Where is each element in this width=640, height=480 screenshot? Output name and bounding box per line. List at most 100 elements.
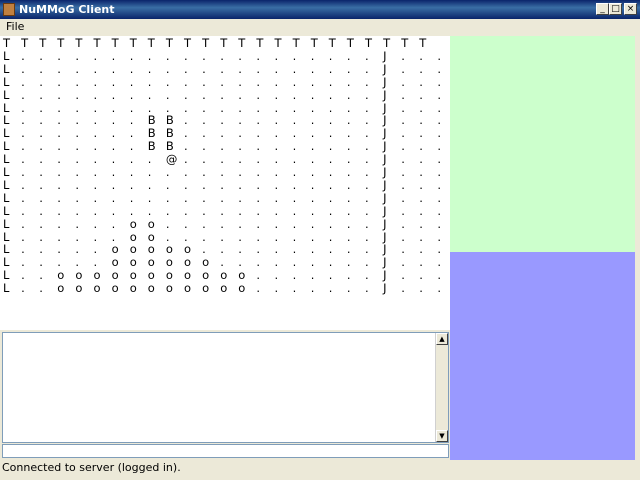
- close-button[interactable]: ×: [624, 3, 637, 15]
- board-cell: .: [165, 48, 170, 63]
- board-cell: .: [328, 74, 333, 89]
- board-cell: o: [202, 281, 210, 296]
- board-cell: .: [129, 190, 134, 205]
- board-cell: .: [419, 61, 423, 76]
- board-cell: L: [3, 203, 10, 218]
- board-cell: o: [238, 281, 246, 296]
- board-cell: .: [256, 61, 261, 76]
- board-cell: L: [3, 61, 10, 76]
- board-cell: .: [57, 74, 61, 89]
- arrow-down-icon[interactable]: ▼: [436, 430, 448, 442]
- board-cell: .: [21, 74, 25, 89]
- board-cell: .: [220, 216, 224, 231]
- board-cell: .: [165, 216, 170, 231]
- board-cell: .: [147, 48, 152, 63]
- board-cell: L: [3, 281, 10, 296]
- board-cell: .: [365, 87, 369, 102]
- board-cell: .: [111, 48, 116, 63]
- board-cell: .: [238, 177, 242, 192]
- board-cell: .: [111, 74, 116, 89]
- board-cell: .: [39, 281, 43, 296]
- board-cell: .: [111, 216, 116, 231]
- board-cell: .: [147, 87, 152, 102]
- board-cell: .: [238, 190, 242, 205]
- board-cell: .: [165, 190, 170, 205]
- board-cell: o: [129, 216, 137, 231]
- game-board[interactable]: TTTTTTTTTTTTTTTTTTTTTTTTL...............…: [0, 36, 450, 330]
- board-cell: J: [383, 61, 387, 76]
- board-cell: .: [39, 87, 43, 102]
- board-cell: .: [93, 74, 98, 89]
- java-cup-icon: [3, 3, 15, 16]
- board-cell: .: [256, 190, 261, 205]
- board-cell: .: [328, 203, 333, 218]
- board-cell: .: [202, 216, 206, 231]
- board-cell: .: [220, 74, 224, 89]
- board-cell: .: [419, 177, 423, 192]
- board-cell: .: [184, 190, 188, 205]
- board-cell: .: [310, 281, 315, 296]
- arrow-up-icon[interactable]: ▲: [436, 333, 448, 345]
- board-cell: .: [21, 87, 25, 102]
- board-cell: .: [57, 61, 61, 76]
- board-cell: .: [129, 74, 134, 89]
- board-cell: .: [256, 74, 261, 89]
- board-cell: .: [147, 190, 152, 205]
- board-row: L....................J...: [0, 87, 450, 102]
- board-cell: .: [256, 87, 261, 102]
- board-cell: .: [75, 87, 80, 102]
- board-cell: .: [328, 216, 333, 231]
- board-cell: .: [256, 203, 261, 218]
- board-cell: .: [310, 190, 315, 205]
- board-cell: .: [401, 216, 405, 231]
- board-cell: .: [202, 48, 206, 63]
- board-cell: .: [274, 216, 279, 231]
- board-cell: .: [202, 177, 206, 192]
- board-cell: .: [111, 87, 116, 102]
- board-cell: .: [129, 177, 134, 192]
- board-cell: .: [274, 281, 279, 296]
- board-cell: J: [383, 74, 387, 89]
- board-cell: o: [147, 281, 155, 296]
- chat-input[interactable]: [2, 444, 449, 458]
- board-cell: .: [274, 74, 279, 89]
- menu-file[interactable]: File: [6, 20, 24, 34]
- minimize-button[interactable]: _: [596, 3, 609, 15]
- chat-scrollbar[interactable]: ▲ ▼: [435, 333, 448, 442]
- board-cell: .: [21, 203, 25, 218]
- board-cell: .: [401, 48, 405, 63]
- board-cell: .: [202, 74, 206, 89]
- board-cell: .: [21, 216, 25, 231]
- board-cell: o: [75, 281, 83, 296]
- board-cell: .: [165, 177, 170, 192]
- board-cell: .: [365, 177, 369, 192]
- board-cell: .: [401, 74, 405, 89]
- board-cell: .: [419, 190, 423, 205]
- board-cell: .: [328, 87, 333, 102]
- board-cell: .: [328, 281, 333, 296]
- board-cell: .: [220, 61, 224, 76]
- board-cell: J: [383, 48, 387, 63]
- board-cell: .: [346, 61, 351, 76]
- board-row: L....................J...: [0, 61, 450, 76]
- board-cell: .: [292, 281, 297, 296]
- board-cell: o: [111, 281, 119, 296]
- board-cell: o: [57, 281, 65, 296]
- board-cell: .: [184, 74, 188, 89]
- maximize-button[interactable]: □: [609, 3, 622, 15]
- title-bar: NuMMoG Client _ □ ×: [0, 0, 640, 19]
- board-cell: .: [184, 216, 188, 231]
- board-cell: .: [274, 190, 279, 205]
- board-cell: .: [365, 190, 369, 205]
- board-cell: .: [310, 177, 315, 192]
- board-cell: .: [202, 61, 206, 76]
- board-cell: .: [328, 177, 333, 192]
- chat-log[interactable]: ▲ ▼: [2, 332, 449, 443]
- board-cell: .: [274, 48, 279, 63]
- board-cell: .: [292, 61, 297, 76]
- board-cell: .: [165, 61, 170, 76]
- board-cell: o: [165, 281, 173, 296]
- board-cell: .: [346, 281, 351, 296]
- board-cell: .: [328, 190, 333, 205]
- board-cell: J: [383, 87, 387, 102]
